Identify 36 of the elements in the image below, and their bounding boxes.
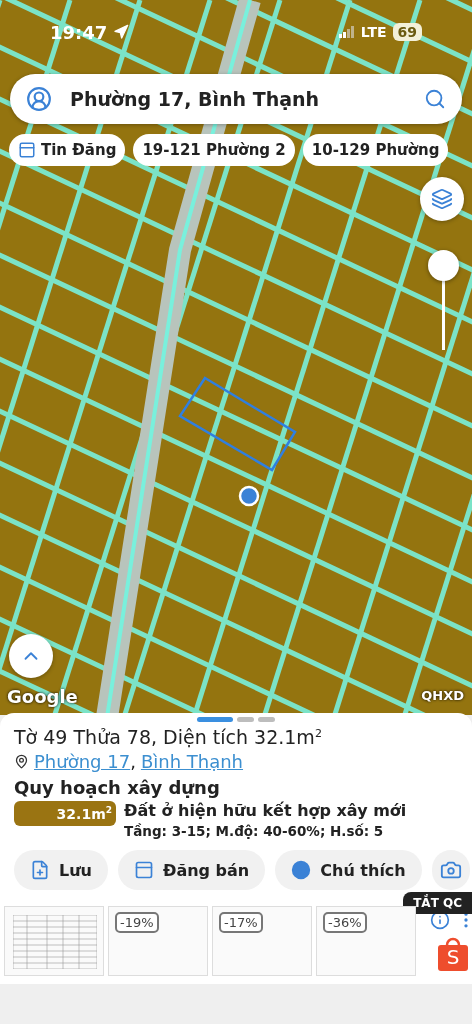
page-indicator[interactable] bbox=[197, 716, 233, 722]
user-icon bbox=[26, 86, 52, 112]
pin-icon bbox=[14, 754, 29, 769]
calendar-icon bbox=[18, 141, 36, 159]
battery-level: 69 bbox=[392, 23, 422, 41]
camera-icon bbox=[439, 859, 462, 881]
layer-label: QHXD bbox=[421, 688, 464, 703]
section-title: Quy hoạch xây dựng bbox=[14, 777, 221, 798]
filter-chip[interactable]: 10-129 Phường bbox=[302, 134, 449, 166]
camera-button[interactable] bbox=[431, 850, 470, 890]
location-arrow-icon bbox=[113, 24, 130, 40]
discount-badge: -19% bbox=[115, 912, 159, 933]
ad-image[interactable]: -17% bbox=[212, 906, 312, 976]
search-icon bbox=[424, 88, 446, 110]
ad-image[interactable]: -36% bbox=[316, 906, 416, 976]
layers-icon bbox=[431, 188, 453, 210]
network-type: LTE bbox=[360, 24, 387, 40]
area-tag: 32.1m$^{2}$ bbox=[14, 801, 116, 826]
zone-details: Tầng: 3-15; M.độ: 40-60%; H.số: 5 bbox=[124, 823, 385, 839]
signal-icon bbox=[338, 26, 355, 38]
parcel-title: Tờ 49 Thửa 78, Diện tích 32.1m$^{2}$ bbox=[14, 726, 323, 748]
action-button[interactable]: Đăng bán bbox=[118, 850, 266, 890]
discount-badge: -36% bbox=[323, 912, 367, 933]
discount-badge: -17% bbox=[219, 912, 263, 933]
file-plus-icon bbox=[30, 860, 50, 880]
action-button[interactable]: Lưu bbox=[14, 850, 108, 890]
zone-name: Đất ở hiện hữu kết hợp xây mới bbox=[124, 801, 407, 820]
calendar-icon bbox=[134, 860, 154, 880]
location-dot-icon bbox=[238, 485, 260, 507]
filter-chip[interactable]: 19-121 Phường 2 bbox=[133, 134, 295, 166]
action-button[interactable]: Chú thích bbox=[275, 850, 422, 890]
ad-image[interactable]: -19% bbox=[108, 906, 208, 976]
close-ads-button[interactable]: TẮT QC bbox=[403, 892, 472, 914]
separator: , bbox=[130, 751, 136, 772]
filter-chip[interactable]: Tin Đăng bbox=[9, 134, 126, 166]
search-field[interactable]: Phường 17, Bình Thạnh bbox=[10, 74, 462, 124]
